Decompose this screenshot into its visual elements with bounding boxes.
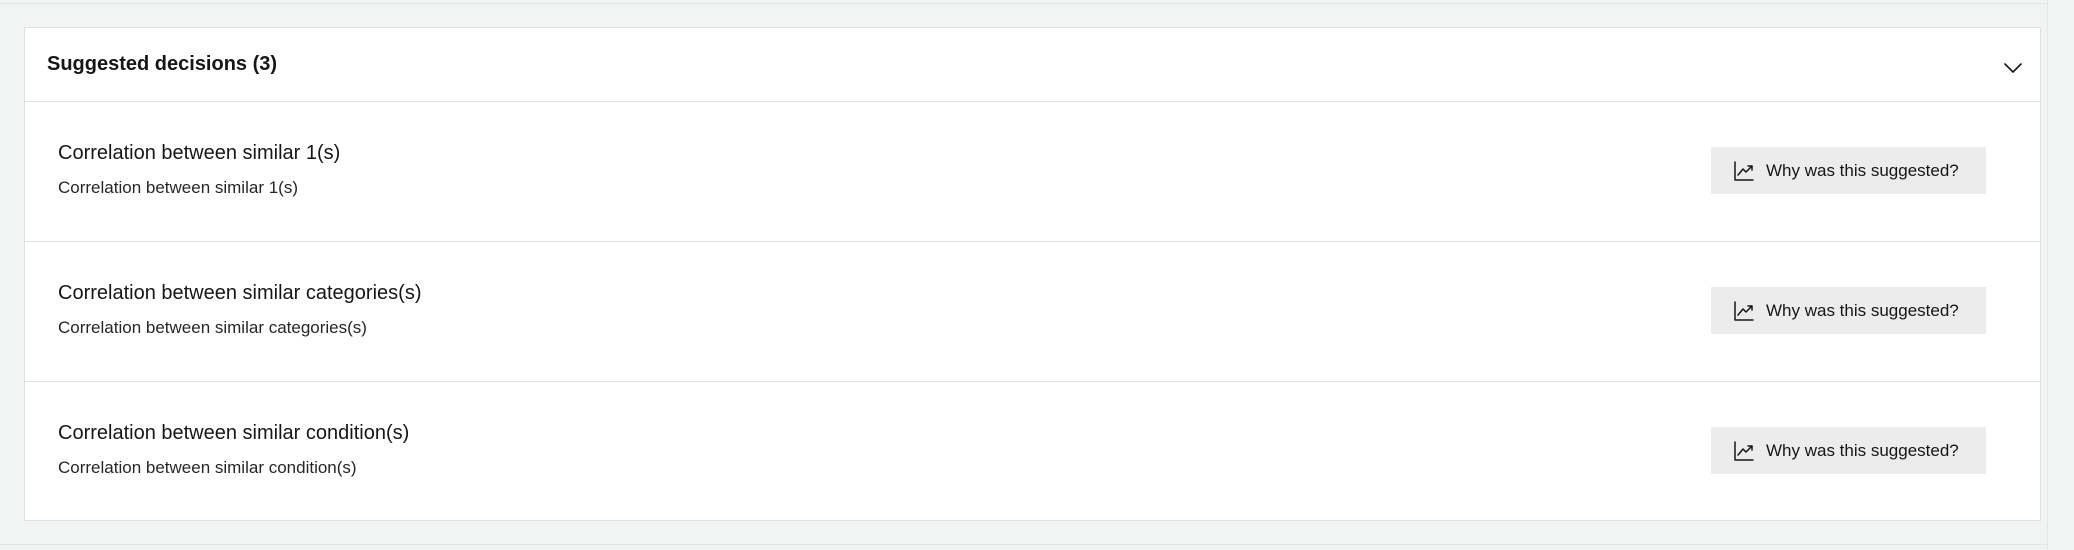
trending-chart-icon (1734, 440, 1754, 461)
decision-title: Correlation between similar categories(s… (58, 282, 422, 304)
chevron-down-icon[interactable] (2001, 56, 2025, 80)
why-suggested-label: Why was this suggested? (1766, 160, 1959, 180)
bottom-divider (0, 544, 2048, 545)
why-suggested-button[interactable]: Why was this suggested? (1711, 287, 1986, 334)
why-suggested-label: Why was this suggested? (1766, 440, 1959, 460)
decision-title: Correlation between similar condition(s) (58, 422, 410, 444)
panel-title: Suggested decisions (3) (47, 53, 278, 75)
right-edge-divider (2047, 0, 2048, 550)
why-suggested-button[interactable]: Why was this suggested? (1711, 147, 1986, 194)
why-suggested-button[interactable]: Why was this suggested? (1711, 427, 1986, 474)
why-suggested-label: Why was this suggested? (1766, 300, 1959, 320)
panel-header[interactable]: Suggested decisions (3) (25, 28, 2040, 102)
decision-subtitle: Correlation between similar condition(s) (58, 458, 357, 477)
trending-chart-icon (1734, 160, 1754, 181)
decision-row: Correlation between similar condition(s)… (25, 382, 2040, 522)
decision-subtitle: Correlation between similar 1(s) (58, 178, 298, 197)
decision-row: Correlation between similar categories(s… (25, 242, 2040, 382)
trending-chart-icon (1734, 300, 1754, 321)
top-divider (0, 3, 2048, 4)
decision-subtitle: Correlation between similar categories(s… (58, 318, 367, 337)
decision-row: Correlation between similar 1(s) Correla… (25, 102, 2040, 242)
decision-title: Correlation between similar 1(s) (58, 142, 341, 164)
suggested-decisions-panel: Suggested decisions (3) Correlation betw… (24, 27, 2041, 521)
